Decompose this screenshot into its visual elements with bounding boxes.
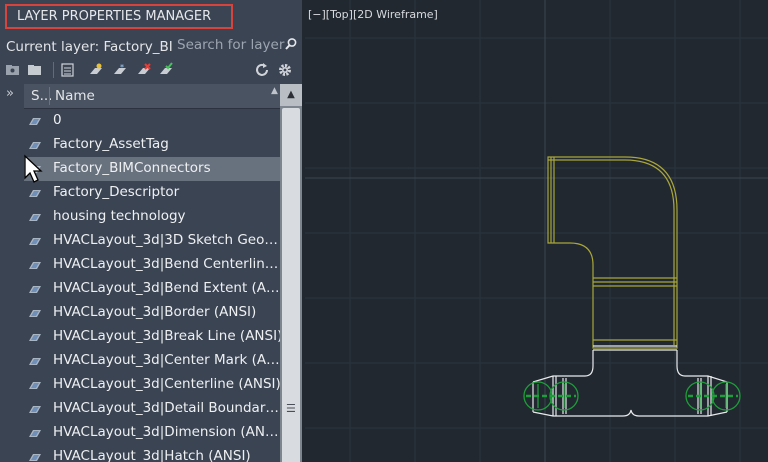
scroll-grip-icon: ☰ [286, 402, 296, 415]
layer-name: HVACLayout_3d|Centerline (ANSI) [53, 376, 281, 392]
new-layer-icon[interactable] [88, 62, 104, 78]
toolbar-divider [53, 62, 54, 78]
layer-name: HVACLayout_3d|Hatch (ANSI) [53, 448, 251, 462]
sort-ascending-icon: ▲ [271, 86, 278, 96]
layer-status-icon[interactable] [28, 260, 42, 270]
current-layer-label: Current layer: Factory_BIM [6, 39, 185, 55]
new-layer-vp-frozen-icon[interactable]: * [112, 62, 128, 78]
elbow-duct [547, 156, 678, 349]
layer-states-manager-icon[interactable] [60, 62, 76, 78]
refresh-icon[interactable] [254, 62, 270, 78]
duct-drawing [305, 0, 768, 462]
layer-rows: 0 Factory_AssetTag Factory_BIMConnectors Fa… [24, 109, 283, 462]
filter-pane-column: » [0, 84, 24, 462]
drawing-viewport[interactable]: [−][Top][2D Wireframe] [305, 0, 768, 462]
scroll-up-button[interactable]: ▲ [280, 84, 302, 106]
new-group-filter-icon[interactable] [27, 62, 43, 78]
layer-status-icon[interactable] [28, 188, 42, 198]
layer-name: HVACLayout_3d|Dimension (AN… [53, 424, 279, 440]
layer-name: HVACLayout_3d|3D Sketch Geo… [53, 232, 278, 248]
layer-row[interactable]: HVACLayout_3d|Hatch (ANSI) [24, 445, 280, 462]
layer-status-icon[interactable] [28, 212, 42, 222]
layer-name: Factory_BIMConnectors [53, 160, 211, 176]
vertical-scrollbar[interactable]: ▲ ☰ [280, 84, 302, 462]
layer-name: HVACLayout_3d|Center Mark (A… [53, 352, 280, 368]
layer-row[interactable]: Factory_AssetTag [24, 133, 280, 157]
layer-name: Factory_AssetTag [53, 136, 169, 152]
layer-row[interactable]: 0 [24, 109, 280, 133]
layer-row[interactable]: HVACLayout_3d|Break Line (ANSI) [24, 325, 283, 349]
panel-title: LAYER PROPERTIES MANAGER [5, 4, 233, 29]
search-input[interactable]: Search for layer [174, 34, 300, 56]
layer-status-icon[interactable] [28, 140, 42, 150]
expand-filter-pane-icon[interactable]: » [6, 86, 14, 101]
layer-name: HVACLayout_3d|Bend Centerlin… [53, 256, 279, 272]
svg-text:*: * [120, 63, 124, 72]
layer-row[interactable]: HVACLayout_3d|3D Sketch Geo… [24, 229, 280, 253]
layer-status-icon[interactable] [28, 356, 42, 366]
layer-row[interactable]: HVACLayout_3d|Center Mark (A… [24, 349, 280, 373]
layer-row[interactable]: HVACLayout_3d|Bend Centerlin… [24, 253, 280, 277]
search-icon[interactable] [284, 37, 298, 51]
layer-row[interactable]: HVACLayout_3d|Border (ANSI) [24, 301, 280, 325]
layer-name: HVACLayout_3d|Border (ANSI) [53, 304, 257, 320]
set-current-icon[interactable] [158, 62, 174, 78]
layer-properties-panel: LAYER PROPERTIES MANAGER Current layer: … [0, 0, 302, 462]
layer-row[interactable]: HVACLayout_3d|Centerline (ANSI) [24, 373, 281, 397]
delete-layer-icon[interactable] [136, 62, 152, 78]
layer-name: HVACLayout_3d|Break Line (ANSI) [53, 328, 283, 344]
viewport-controls-label[interactable]: [−][Top][2D Wireframe] [308, 8, 438, 21]
column-header: S... Name ▲ [24, 84, 280, 109]
layer-status-icon[interactable] [28, 116, 42, 126]
layer-status-icon[interactable] [28, 428, 42, 438]
layer-status-icon[interactable] [28, 284, 42, 294]
search-placeholder: Search for layer [177, 37, 285, 53]
layer-name: HVACLayout_3d|Bend Extent (A… [53, 280, 280, 296]
layer-row[interactable]: HVACLayout_3d|Bend Extent (A… [24, 277, 280, 301]
layer-name: 0 [53, 112, 62, 128]
layer-row[interactable]: Factory_Descriptor [24, 181, 280, 205]
layer-toolbar: * [0, 60, 302, 80]
layer-status-icon[interactable] [28, 332, 42, 342]
name-column-header[interactable]: Name [55, 88, 95, 104]
new-property-filter-icon[interactable] [5, 62, 21, 78]
layer-row[interactable]: HVACLayout_3d|Detail Boundar… [24, 397, 280, 421]
layer-status-icon[interactable] [28, 308, 42, 318]
layer-status-icon[interactable] [28, 404, 42, 414]
header-divider [49, 87, 50, 105]
tee-fitting [532, 345, 728, 417]
mouse-cursor-icon [24, 154, 43, 183]
layer-status-icon[interactable] [28, 452, 42, 462]
layer-name: housing technology [53, 208, 186, 224]
settings-icon[interactable] [277, 62, 293, 78]
layer-row[interactable]: housing technology [24, 205, 280, 229]
layer-status-icon[interactable] [28, 380, 42, 390]
layer-name: Factory_Descriptor [53, 184, 180, 200]
layer-row[interactable]: Factory_BIMConnectors [24, 157, 280, 181]
layer-name: HVACLayout_3d|Detail Boundar… [53, 400, 279, 416]
layer-status-icon[interactable] [28, 236, 42, 246]
scroll-thumb[interactable]: ☰ [282, 108, 300, 462]
layer-list: » S... Name ▲ 0 Factory_AssetTag Factory_B… [0, 84, 302, 462]
layer-row[interactable]: HVACLayout_3d|Dimension (AN… [24, 421, 280, 445]
